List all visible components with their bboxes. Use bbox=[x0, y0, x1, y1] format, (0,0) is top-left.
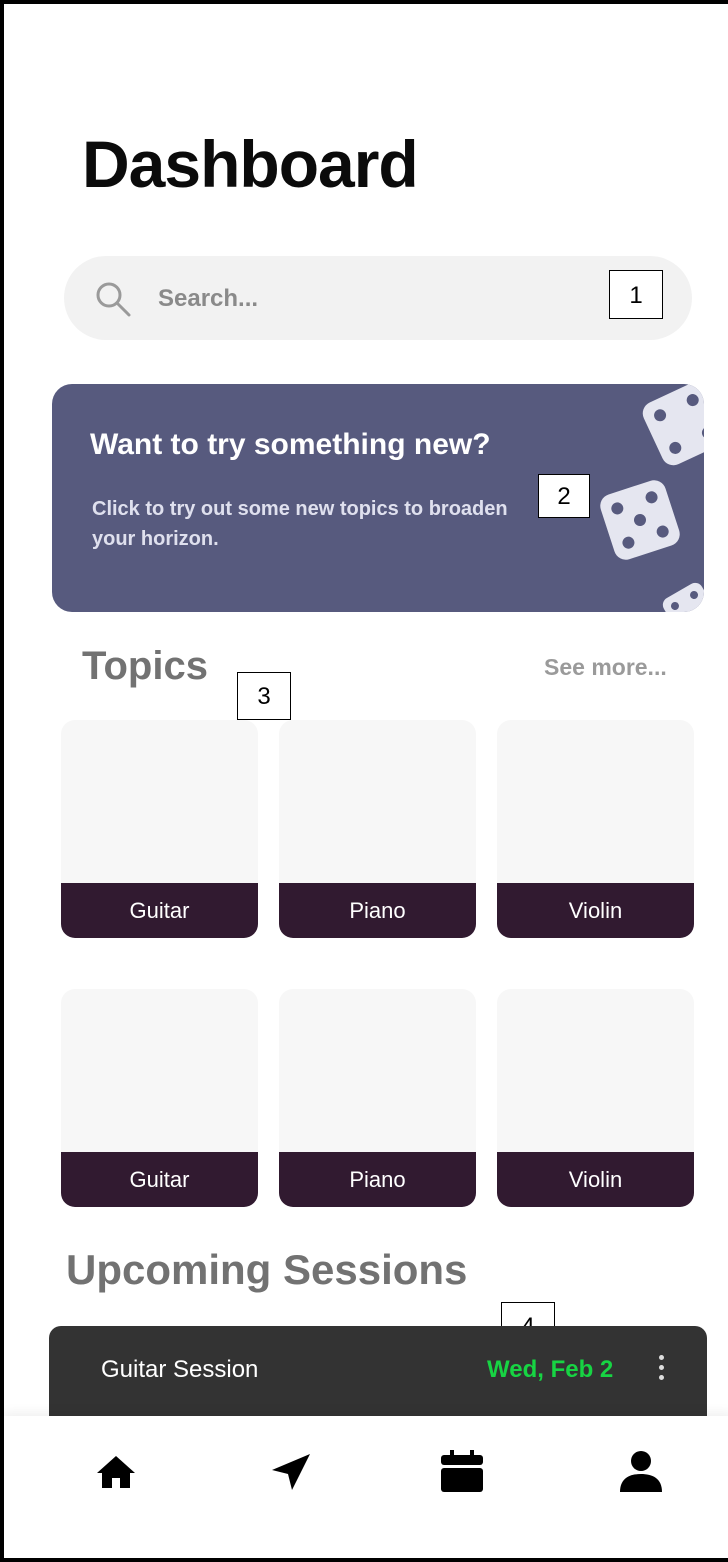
banner-subtext: Click to try out some new topics to broa… bbox=[92, 498, 508, 550]
topic-card-label: Guitar bbox=[61, 883, 258, 938]
topic-card-guitar[interactable]: Guitar bbox=[61, 989, 258, 1207]
topic-card-piano[interactable]: Piano bbox=[279, 989, 476, 1207]
annotation-marker-1: 1 bbox=[609, 270, 663, 319]
topic-card-guitar[interactable]: Guitar bbox=[61, 720, 258, 938]
page-title: Dashboard bbox=[82, 127, 419, 201]
see-more-link[interactable]: See more... bbox=[544, 654, 667, 681]
nav-messages[interactable] bbox=[266, 1446, 316, 1496]
dice-icon bbox=[642, 384, 704, 466]
topic-card-label: Guitar bbox=[61, 1152, 258, 1207]
bottom-nav-bar bbox=[4, 1416, 728, 1558]
annotation-marker-3: 3 bbox=[237, 672, 291, 720]
topics-title: Topics bbox=[82, 644, 208, 688]
search-bar[interactable] bbox=[64, 256, 692, 340]
annotation-marker-2: 2 bbox=[538, 474, 590, 518]
upcoming-sessions-title: Upcoming Sessions bbox=[66, 1246, 468, 1293]
topic-card-piano[interactable]: Piano bbox=[279, 720, 476, 938]
session-date: Wed, Feb 2 bbox=[487, 1356, 614, 1383]
topic-card-label: Violin bbox=[497, 1152, 694, 1207]
app-screen: Dashboard 1 Want to try something new? C… bbox=[0, 0, 728, 1562]
calendar-icon bbox=[441, 1450, 483, 1492]
nav-home[interactable] bbox=[91, 1446, 141, 1496]
topic-card-violin[interactable]: Violin bbox=[497, 720, 694, 938]
session-name: Guitar Session bbox=[101, 1356, 259, 1383]
profile-icon bbox=[620, 1451, 662, 1492]
dice-icon bbox=[662, 582, 704, 612]
search-input[interactable] bbox=[156, 276, 590, 322]
search-icon bbox=[96, 282, 131, 317]
topic-card-label: Violin bbox=[497, 883, 694, 938]
banner-heading: Want to try something new? bbox=[90, 428, 491, 461]
nav-calendar[interactable] bbox=[437, 1446, 487, 1496]
more-options-icon[interactable] bbox=[649, 1352, 673, 1388]
topic-card-label: Piano bbox=[279, 883, 476, 938]
dice-icon bbox=[600, 480, 680, 560]
topic-card-label: Piano bbox=[279, 1152, 476, 1207]
nav-profile[interactable] bbox=[616, 1446, 666, 1496]
topic-card-violin[interactable]: Violin bbox=[497, 989, 694, 1207]
home-icon bbox=[97, 1456, 135, 1488]
send-icon bbox=[272, 1454, 310, 1490]
try-something-new-banner[interactable]: Want to try something new? Click to try … bbox=[52, 384, 704, 612]
